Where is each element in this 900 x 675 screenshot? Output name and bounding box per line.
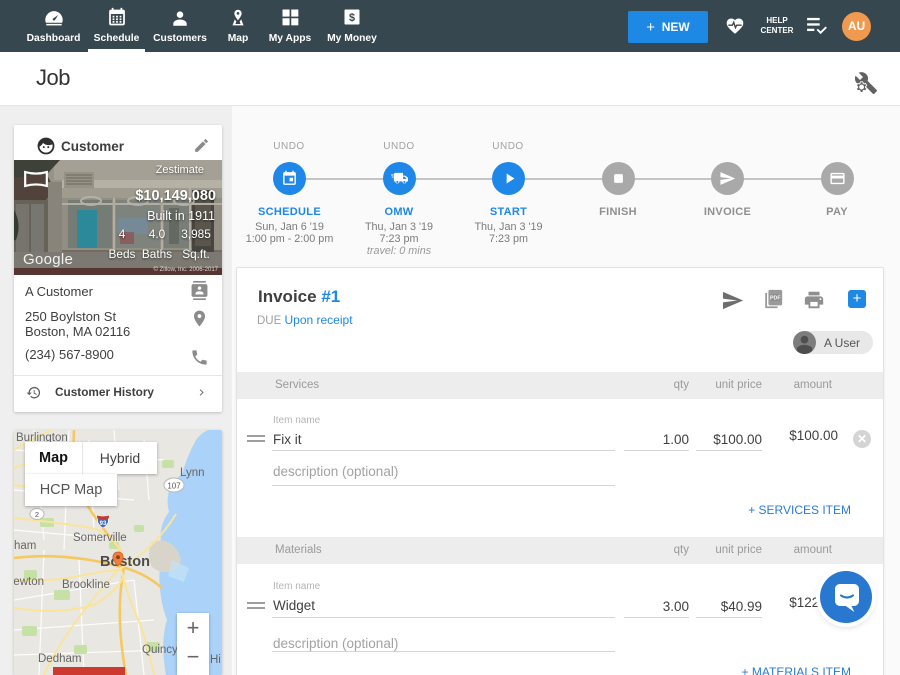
svg-text:2: 2 <box>35 510 39 519</box>
svg-text:Dedham: Dedham <box>38 653 81 665</box>
svg-text:107: 107 <box>167 482 181 491</box>
svg-text:93: 93 <box>100 521 107 527</box>
svg-text:Newton: Newton <box>14 576 44 588</box>
svg-text:Boston: Boston <box>100 554 150 570</box>
svg-text:PDF: PDF <box>770 296 781 302</box>
svg-text:Brookline: Brookline <box>62 579 110 591</box>
svg-text:ham: ham <box>14 540 36 552</box>
svg-text:Somerville: Somerville <box>73 532 127 544</box>
svg-text:Hi: Hi <box>210 654 221 666</box>
svg-text:$: $ <box>349 12 355 24</box>
svg-text:Lynn: Lynn <box>180 467 205 479</box>
svg-text:Quincy: Quincy <box>142 644 178 656</box>
